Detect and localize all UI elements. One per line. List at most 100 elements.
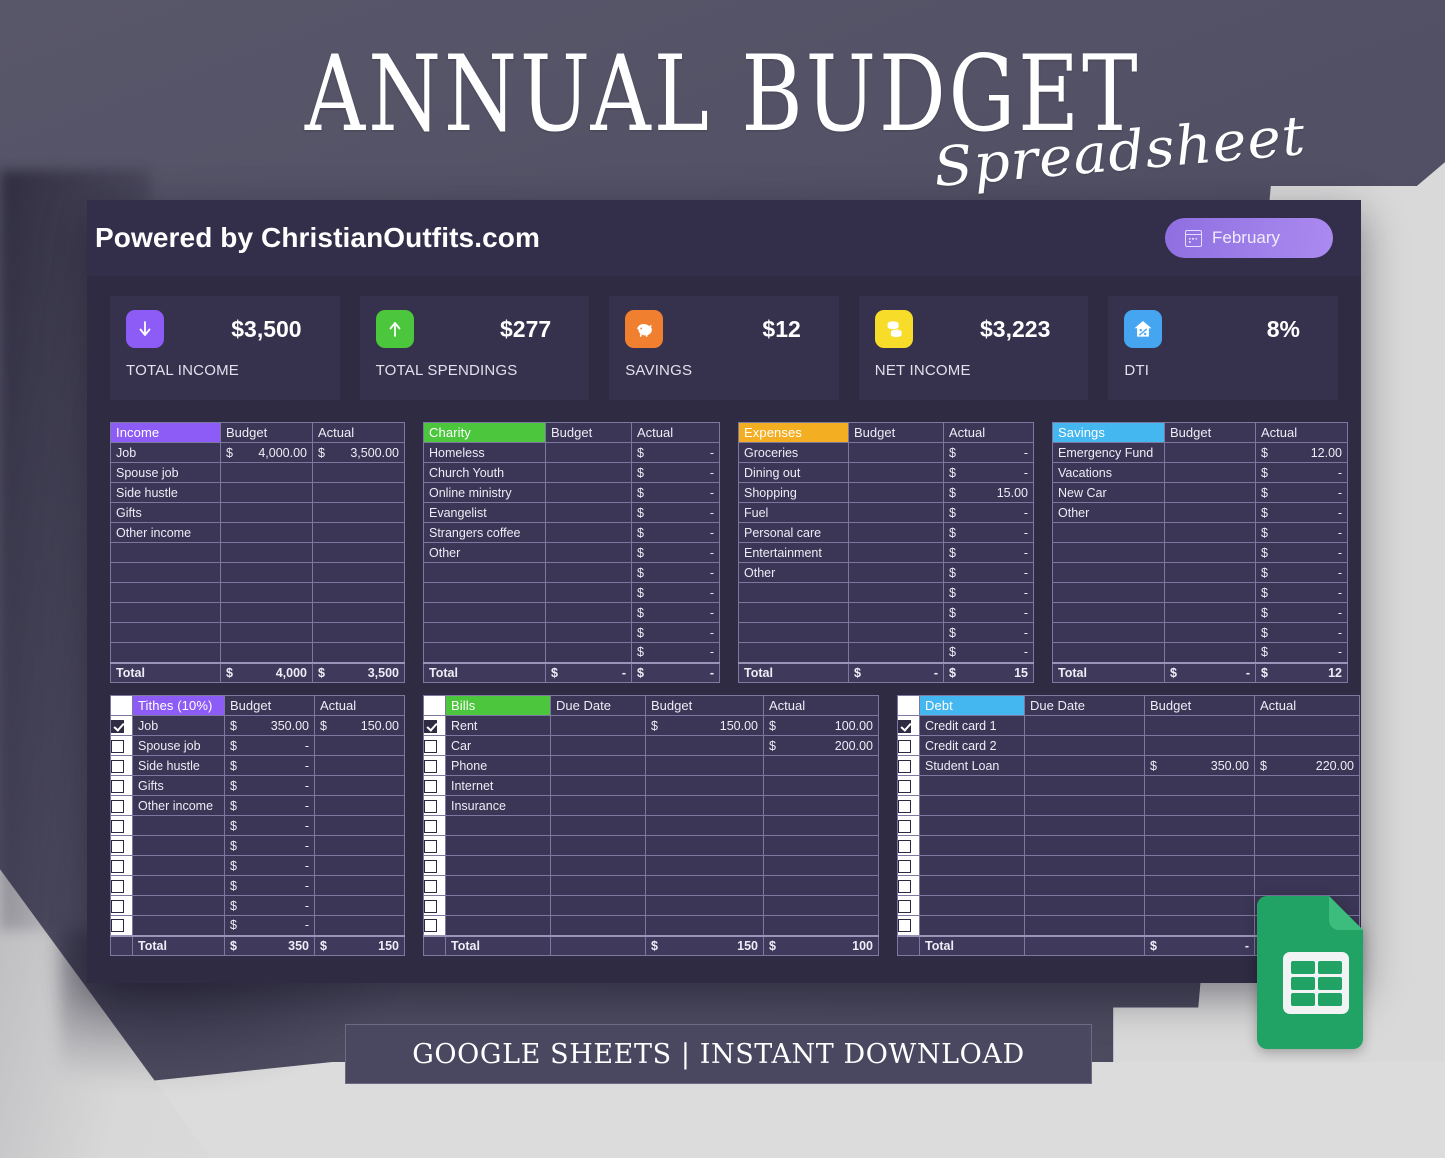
row-actual-cell[interactable] <box>763 855 879 876</box>
row-label-cell[interactable] <box>445 895 551 916</box>
row-actual-cell[interactable]: $15.00 <box>943 482 1034 503</box>
row-label-cell[interactable]: Evangelist <box>423 502 546 523</box>
row-actual-cell[interactable] <box>312 502 405 523</box>
row-budget-cell[interactable] <box>220 562 313 583</box>
checkbox-icon[interactable] <box>111 719 124 733</box>
row-budget-cell[interactable] <box>645 775 764 796</box>
row-actual-cell[interactable] <box>312 602 405 623</box>
row-label-cell[interactable]: Job <box>132 715 225 736</box>
total-budget-cell[interactable]: $ - <box>1164 661 1256 683</box>
row-label-cell[interactable]: Gifts <box>132 775 225 796</box>
row-label-cell[interactable] <box>423 562 546 583</box>
row-due-date-cell[interactable] <box>1024 855 1145 876</box>
row-due-date-cell[interactable] <box>550 715 646 736</box>
row-actual-cell[interactable] <box>312 482 405 503</box>
row-label-cell[interactable]: Gifts <box>110 502 221 523</box>
row-actual-cell[interactable]: $ - <box>631 482 720 503</box>
checkbox-icon[interactable] <box>898 819 911 833</box>
row-budget-cell[interactable] <box>220 502 313 523</box>
row-actual-cell[interactable] <box>312 562 405 583</box>
row-label-cell[interactable] <box>919 915 1025 936</box>
month-selector[interactable]: February <box>1165 218 1333 258</box>
row-label-cell[interactable] <box>110 542 221 563</box>
row-actual-cell[interactable] <box>1254 875 1360 896</box>
row-budget-cell[interactable] <box>220 482 313 503</box>
row-checkbox-cell[interactable] <box>423 735 446 756</box>
row-label-cell[interactable]: New Car <box>1052 482 1165 503</box>
row-label-cell[interactable]: Vacations <box>1052 462 1165 483</box>
row-actual-cell[interactable] <box>314 775 405 796</box>
row-label-cell[interactable]: Emergency Fund <box>1052 442 1165 463</box>
row-actual-cell[interactable] <box>314 795 405 816</box>
row-label-cell[interactable]: Dining out <box>738 462 849 483</box>
row-label-cell[interactable] <box>1052 542 1165 563</box>
checkbox-icon[interactable] <box>424 839 437 853</box>
checkbox-icon[interactable] <box>424 739 437 753</box>
row-actual-cell[interactable]: $ - <box>631 442 720 463</box>
row-budget-cell[interactable] <box>1164 482 1256 503</box>
checkbox-icon[interactable] <box>424 799 437 813</box>
row-checkbox-cell[interactable] <box>110 875 133 896</box>
row-budget-cell[interactable] <box>545 502 632 523</box>
row-budget-cell[interactable] <box>1164 562 1256 583</box>
row-actual-cell[interactable]: $150.00 <box>314 715 405 736</box>
row-label-cell[interactable]: Fuel <box>738 502 849 523</box>
row-due-date-cell[interactable] <box>1024 735 1145 756</box>
checkbox-icon[interactable] <box>424 779 437 793</box>
row-budget-cell[interactable] <box>848 542 944 563</box>
row-actual-cell[interactable] <box>1254 855 1360 876</box>
row-actual-cell[interactable] <box>312 542 405 563</box>
row-actual-cell[interactable] <box>763 815 879 836</box>
row-actual-cell[interactable] <box>312 622 405 643</box>
checkbox-icon[interactable] <box>111 739 124 753</box>
row-label-cell[interactable] <box>132 815 225 836</box>
row-actual-cell[interactable]: $ - <box>631 542 720 563</box>
row-actual-cell[interactable]: $3,500.00 <box>312 442 405 463</box>
total-budget-cell[interactable]: $ - <box>545 661 632 683</box>
row-label-cell[interactable] <box>738 582 849 603</box>
checkbox-icon[interactable] <box>111 819 124 833</box>
row-checkbox-cell[interactable] <box>423 795 446 816</box>
row-actual-cell[interactable]: $ - <box>1255 462 1348 483</box>
row-budget-cell[interactable] <box>1144 735 1255 756</box>
row-due-date-cell[interactable] <box>1024 815 1145 836</box>
row-label-cell[interactable]: Online ministry <box>423 482 546 503</box>
checkbox-icon[interactable] <box>898 839 911 853</box>
row-actual-cell[interactable]: $ - <box>1255 642 1348 663</box>
row-checkbox-cell[interactable] <box>897 915 920 936</box>
row-due-date-cell[interactable] <box>550 855 646 876</box>
row-label-cell[interactable]: Homeless <box>423 442 546 463</box>
row-actual-cell[interactable]: $ - <box>1255 622 1348 643</box>
row-label-cell[interactable]: Rent <box>445 715 551 736</box>
row-label-cell[interactable] <box>132 915 225 936</box>
row-budget-cell[interactable] <box>220 582 313 603</box>
row-actual-cell[interactable]: $ - <box>943 602 1034 623</box>
row-actual-cell[interactable] <box>312 522 405 543</box>
row-label-cell[interactable]: Shopping <box>738 482 849 503</box>
row-actual-cell[interactable]: $ - <box>1255 602 1348 623</box>
row-due-date-cell[interactable] <box>550 735 646 756</box>
row-label-cell[interactable] <box>132 875 225 896</box>
checkbox-icon[interactable] <box>111 839 124 853</box>
row-actual-cell[interactable] <box>763 915 879 936</box>
row-budget-cell[interactable]: $ - <box>224 895 315 916</box>
row-budget-cell[interactable]: $ - <box>224 855 315 876</box>
row-budget-cell[interactable]: $ - <box>224 915 315 936</box>
checkbox-icon[interactable] <box>898 739 911 753</box>
row-budget-cell[interactable] <box>1164 542 1256 563</box>
total-budget-cell[interactable]: $150 <box>645 934 764 956</box>
row-label-cell[interactable]: Internet <box>445 775 551 796</box>
row-budget-cell[interactable] <box>645 915 764 936</box>
row-budget-cell[interactable] <box>1144 895 1255 916</box>
row-label-cell[interactable]: Other <box>1052 502 1165 523</box>
row-actual-cell[interactable]: $ - <box>631 622 720 643</box>
row-due-date-cell[interactable] <box>1024 875 1145 896</box>
row-budget-cell[interactable] <box>848 602 944 623</box>
row-budget-cell[interactable] <box>1144 835 1255 856</box>
row-budget-cell[interactable] <box>645 815 764 836</box>
row-budget-cell[interactable] <box>545 602 632 623</box>
row-label-cell[interactable]: Insurance <box>445 795 551 816</box>
row-label-cell[interactable] <box>445 855 551 876</box>
row-label-cell[interactable] <box>445 815 551 836</box>
row-due-date-cell[interactable] <box>550 775 646 796</box>
